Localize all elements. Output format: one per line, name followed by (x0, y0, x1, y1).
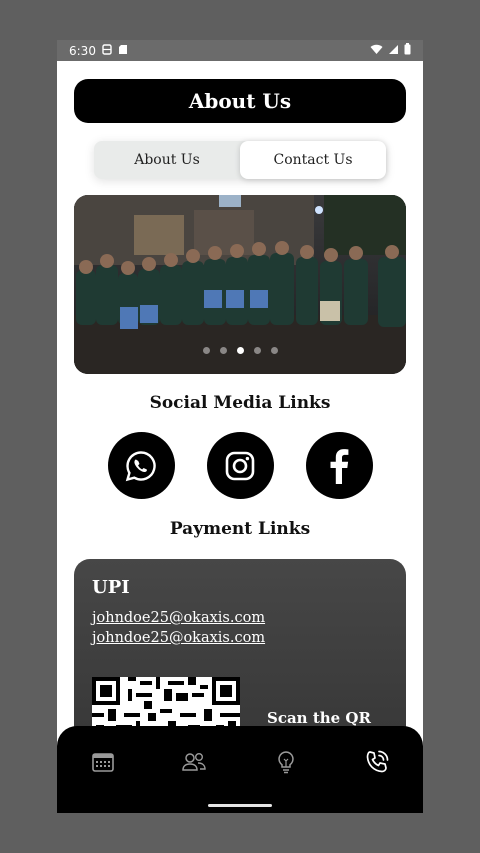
wifi-icon (370, 44, 383, 58)
team-photo-carousel[interactable] (74, 195, 406, 374)
tab-bar: About Us Contact Us (94, 141, 386, 179)
upi-id-link[interactable]: johndoe25@okaxis.com (92, 608, 388, 628)
bottom-navigation (57, 726, 423, 813)
sim-icon (102, 43, 112, 58)
people-icon (182, 753, 206, 771)
carousel-dot[interactable] (219, 347, 227, 354)
phone-call-icon (366, 750, 389, 773)
carousel-dot[interactable] (270, 347, 278, 354)
social-media-title: Social Media Links (149, 393, 331, 413)
tab-about-us-label: About Us (134, 152, 200, 168)
nav-team[interactable] (149, 751, 241, 773)
status-time: 6:30 (69, 43, 96, 58)
carousel-dot-active[interactable] (236, 347, 244, 354)
facebook-button[interactable] (305, 432, 373, 499)
carousel-dot[interactable] (202, 347, 210, 354)
facebook-icon (330, 448, 349, 484)
scan-qr-text: Scan the QR (267, 709, 371, 727)
payment-links-title: Payment Links (169, 519, 311, 539)
instagram-button[interactable] (206, 432, 274, 499)
nav-ideas[interactable] (240, 750, 332, 774)
page-title-text: About Us (188, 89, 292, 113)
page-title: About Us (74, 79, 406, 123)
storage-icon (118, 44, 128, 58)
tab-contact-us[interactable]: Contact Us (240, 141, 386, 179)
nav-contact[interactable] (332, 749, 424, 775)
lightbulb-icon (278, 751, 294, 774)
app-screen: 6:30 About Us About Us Contact Us Social… (57, 40, 423, 813)
instagram-icon (225, 451, 255, 480)
upi-title: UPI (92, 577, 130, 598)
carousel-indicator (74, 347, 406, 354)
tab-contact-us-label: Contact Us (273, 152, 353, 168)
tab-about-us[interactable]: About Us (94, 141, 240, 179)
carousel-dot[interactable] (253, 347, 261, 354)
battery-icon (404, 43, 411, 58)
home-indicator[interactable] (208, 804, 272, 807)
signal-icon (388, 44, 399, 58)
calendar-icon (91, 753, 114, 772)
status-bar: 6:30 (57, 40, 423, 61)
whatsapp-icon (125, 450, 156, 481)
social-links (57, 432, 423, 499)
nav-calendar[interactable] (57, 751, 149, 773)
upi-id-link[interactable]: johndoe25@okaxis.com (92, 628, 388, 648)
whatsapp-button[interactable] (107, 432, 175, 499)
